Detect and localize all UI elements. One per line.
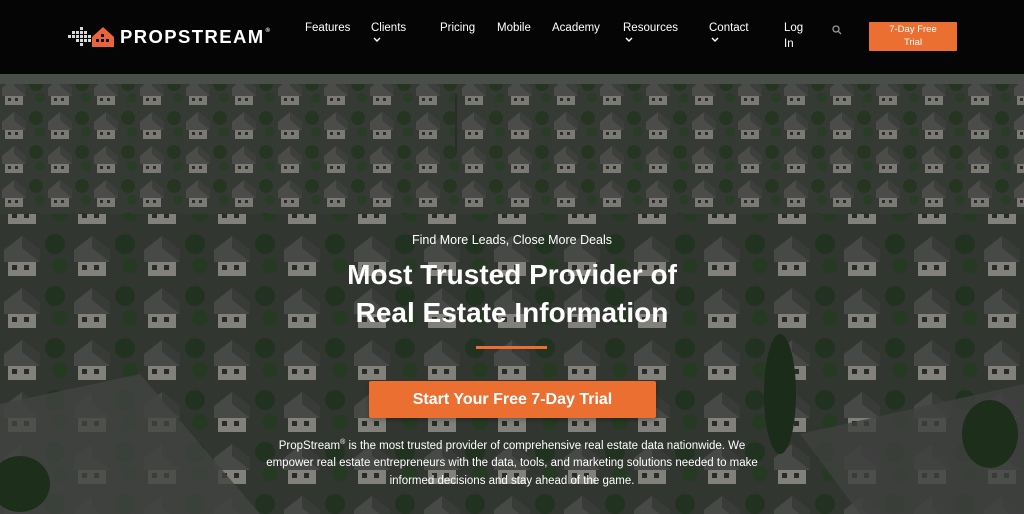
search-icon (832, 25, 842, 35)
desc-brand: PropStream (278, 439, 341, 452)
nav-contact[interactable]: Contact (709, 20, 749, 43)
nav-login-line2: In (784, 38, 794, 50)
free-trial-nav-line1: 7-Day Free (889, 24, 937, 35)
chevron-down-icon (625, 37, 633, 42)
hero-eyebrow: Find More Leads, Close More Deals (411, 233, 613, 247)
hero-headline-line1: Most Trusted Provider of (347, 259, 677, 290)
nav-pricing[interactable]: Pricing (440, 20, 475, 36)
start-free-trial-button[interactable]: Start Your Free 7-Day Trial (369, 381, 656, 418)
nav-login-line1: Log (784, 22, 804, 34)
hero-divider (476, 346, 547, 349)
chevron-down-icon (711, 37, 719, 42)
free-trial-nav-button[interactable]: 7-Day Free Trial (869, 22, 957, 51)
nav-resources[interactable]: Resources (623, 20, 678, 43)
hero-headline-line2: Real Estate Information (355, 297, 669, 328)
nav-contact-label: Contact (709, 22, 749, 34)
nav-features[interactable]: Features (305, 20, 350, 36)
search-button[interactable] (832, 22, 842, 40)
free-trial-nav-line2: Trial (903, 36, 923, 48)
hero-description: PropStream® is the most trusted provider… (262, 434, 762, 490)
nav-pricing-label: Pricing (440, 22, 476, 34)
nav-clients[interactable]: Clients (371, 20, 406, 43)
top-nav: PROPSTREAM® Features Clients Pricing Mob… (0, 0, 1024, 74)
hero-headline: Most Trusted Provider of Real Estate Inf… (0, 256, 1024, 332)
nav-resources-label: Resources (623, 22, 678, 34)
nav-academy[interactable]: Academy (552, 20, 600, 36)
logo-wordmark: PROPSTREAM® (120, 25, 272, 47)
nav-clients-label: Clients (371, 22, 407, 34)
nav-mobile-label: Mobile (497, 22, 531, 34)
nav-features-label: Features (305, 22, 351, 34)
nav-mobile[interactable]: Mobile (497, 20, 531, 36)
nav-login[interactable]: Log In (784, 20, 803, 52)
chevron-down-icon (373, 37, 381, 42)
propstream-logo[interactable]: PROPSTREAM® (68, 24, 271, 50)
nav-academy-label: Academy (552, 22, 600, 34)
logo-mark-icon (68, 27, 114, 47)
